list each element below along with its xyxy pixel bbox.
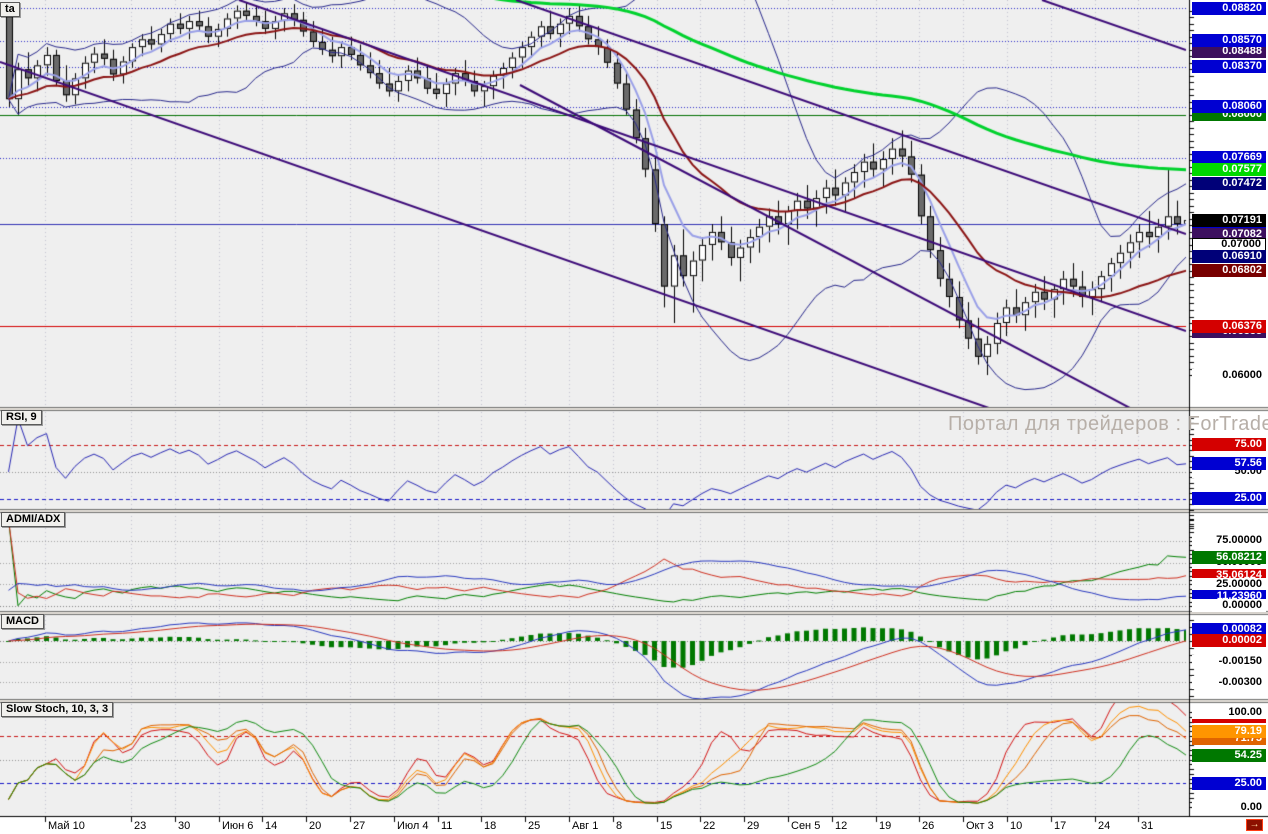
price-value-label: 0.07191 [1192, 214, 1266, 227]
date-label: 30 [178, 820, 190, 832]
macd-axis-label: -0.00300 [1192, 676, 1266, 689]
date-label: Июл 4 [397, 820, 429, 832]
date-label: 15 [660, 820, 672, 832]
rsi-value-label: 25.00 [1192, 492, 1266, 505]
date-label: Июн 6 [222, 820, 253, 832]
macd-axis-label: -0.00150 [1192, 655, 1266, 668]
date-label: Сен 5 [791, 820, 820, 832]
date-label: Май 10 [48, 820, 85, 832]
date-label: 12 [835, 820, 847, 832]
date-label: Окт 3 [966, 820, 994, 832]
scroll-to-end-button[interactable]: → [1246, 819, 1263, 831]
date-label: 18 [484, 820, 496, 832]
date-label: 8 [616, 820, 622, 832]
date-label: 20 [309, 820, 321, 832]
price-value-label: 0.08370 [1192, 60, 1266, 73]
symbol-label: ta [0, 2, 20, 17]
date-label: 27 [353, 820, 365, 832]
price-value-label: 0.08060 [1192, 100, 1266, 113]
panel-title-stoch: Slow Stoch, 10, 3, 3 [1, 702, 113, 717]
date-label: 26 [922, 820, 934, 832]
macd-value-label: 0.00002 [1192, 634, 1266, 647]
date-label: 24 [1098, 820, 1110, 832]
price-value-label: 0.06910 [1192, 250, 1266, 263]
rsi-value-label: 75.00 [1192, 438, 1266, 451]
date-label: 19 [879, 820, 891, 832]
date-label: Авг 1 [572, 820, 598, 832]
date-label: 25 [528, 820, 540, 832]
date-label: 14 [265, 820, 277, 832]
price-value-label: 0.07577 [1192, 163, 1266, 176]
date-label: 17 [1054, 820, 1066, 832]
price-value-label: 0.08570 [1192, 34, 1266, 47]
price-value-label: 0.08820 [1192, 2, 1266, 15]
panel-title-macd: MACD [1, 614, 44, 629]
date-label: 29 [747, 820, 759, 832]
adx-axis-label: 0.00000 [1192, 599, 1266, 612]
date-label: 10 [1010, 820, 1022, 832]
rsi-value-label: 57.56 [1192, 457, 1266, 470]
trading-chart-window: Портал для трейдеров : ForTrader.ru ta R… [0, 0, 1268, 834]
date-label: 31 [1141, 820, 1153, 832]
date-label: 11 [441, 820, 452, 832]
stoch-value-label: 54.25 [1192, 749, 1266, 762]
panel-title-rsi: RSI, 9 [1, 410, 42, 425]
stoch-axis-label: 0.00 [1192, 801, 1266, 814]
adx-axis-label: 75.00000 [1192, 534, 1266, 547]
price-value-label: 0.06376 [1192, 320, 1266, 333]
adx-value-label: 56.08212 [1192, 551, 1266, 564]
date-label: 23 [134, 820, 146, 832]
date-label: 22 [703, 820, 715, 832]
panel-title-adx: ADMI/ADX [1, 512, 65, 527]
price-axis-label: 0.06000 [1192, 369, 1266, 382]
price-value-label: 0.06802 [1192, 264, 1266, 277]
watermark: Портал для трейдеров : ForTrader.ru [948, 413, 1268, 436]
price-value-label: 0.07472 [1192, 177, 1266, 190]
stoch-axis-label: 100.00 [1192, 706, 1266, 719]
stoch-value-label: 25.00 [1192, 777, 1266, 790]
stoch-value-label: 79.19 [1192, 725, 1266, 738]
